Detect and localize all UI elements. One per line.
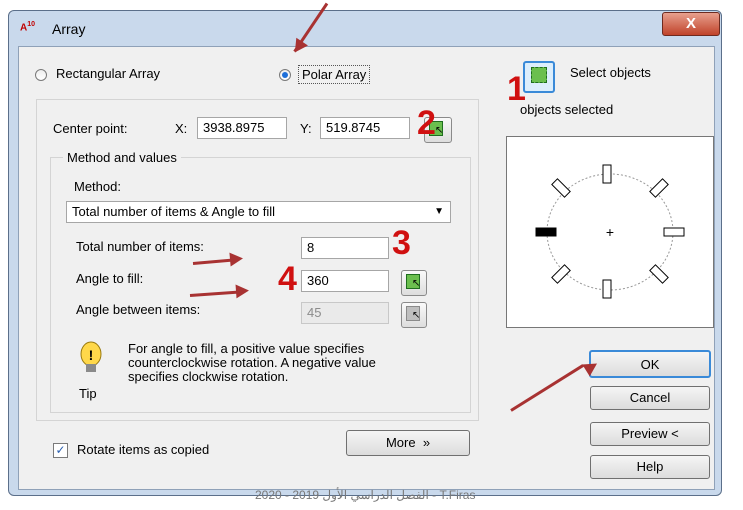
- more-button[interactable]: More »: [346, 430, 470, 456]
- center-point-label: Center point:: [53, 121, 128, 136]
- y-label: Y:: [300, 121, 312, 136]
- annotation-step-4: 4: [278, 260, 297, 298]
- objects-selected-status: objects selected: [520, 102, 614, 117]
- title-bar[interactable]: [9, 11, 719, 45]
- chevron-down-icon: ▼: [434, 206, 444, 217]
- help-button[interactable]: Help: [590, 455, 710, 479]
- pick-angle-between-button: ↖: [401, 302, 427, 328]
- polar-array-radio[interactable]: [279, 69, 291, 81]
- rotate-items-label: Rotate items as copied: [77, 442, 210, 457]
- rectangular-array-radio[interactable]: [35, 69, 47, 81]
- annotation-step-1: 1: [507, 70, 526, 108]
- footer-caption: الفصل الدراسي الأول 2019 - 2020 - T.Fira…: [255, 488, 476, 502]
- arrowhead-angle: [235, 283, 250, 299]
- svg-text:+: +: [606, 224, 614, 240]
- cancel-button[interactable]: Cancel: [590, 386, 710, 410]
- x-label: X:: [175, 121, 188, 136]
- center-y-input[interactable]: 519.8745: [320, 117, 410, 139]
- dialog-title: Array: [52, 21, 86, 37]
- annotation-step-3: 3: [392, 224, 411, 262]
- tip-text: For angle to fill, a positive value spec…: [128, 341, 376, 384]
- center-x-input[interactable]: 3938.8975: [197, 117, 287, 139]
- tip-label: Tip: [79, 386, 97, 401]
- lightbulb-icon: !: [76, 340, 106, 380]
- angle-between-input: 45: [301, 302, 389, 324]
- cursor-icon: ↖: [435, 125, 444, 136]
- array-preview: +: [506, 136, 714, 328]
- preview-button[interactable]: Preview <: [590, 422, 710, 446]
- ok-button[interactable]: OK: [589, 350, 711, 378]
- total-items-input[interactable]: 8: [301, 237, 389, 259]
- method-values-legend: Method and values: [63, 150, 181, 165]
- angle-to-fill-label: Angle to fill:: [76, 271, 144, 286]
- arrowhead-items: [229, 251, 244, 267]
- select-objects-button[interactable]: [523, 61, 555, 93]
- pick-angle-button[interactable]: ↖: [401, 270, 427, 296]
- method-label: Method:: [74, 179, 121, 194]
- total-items-label: Total number of items:: [76, 239, 204, 254]
- angle-to-fill-input[interactable]: 360: [301, 270, 389, 292]
- method-select[interactable]: Total number of items & Angle to fill ▼: [66, 201, 451, 223]
- select-objects-label: Select objects: [570, 65, 651, 80]
- annotation-step-2: 2: [417, 104, 436, 142]
- polar-array-label[interactable]: Polar Array: [298, 65, 371, 84]
- autocad-app-icon: A10: [20, 21, 36, 34]
- select-objects-icon: [531, 67, 547, 83]
- cursor-icon: ↖: [412, 278, 421, 289]
- rectangular-array-label[interactable]: Rectangular Array: [56, 66, 160, 81]
- double-chevron-down-icon: »: [422, 435, 431, 450]
- close-button[interactable]: X: [662, 12, 720, 36]
- cursor-icon: ↖: [412, 310, 421, 321]
- angle-between-label: Angle between items:: [76, 302, 201, 317]
- svg-text:!: !: [89, 347, 94, 363]
- rotate-items-checkbox[interactable]: ✓: [53, 443, 68, 458]
